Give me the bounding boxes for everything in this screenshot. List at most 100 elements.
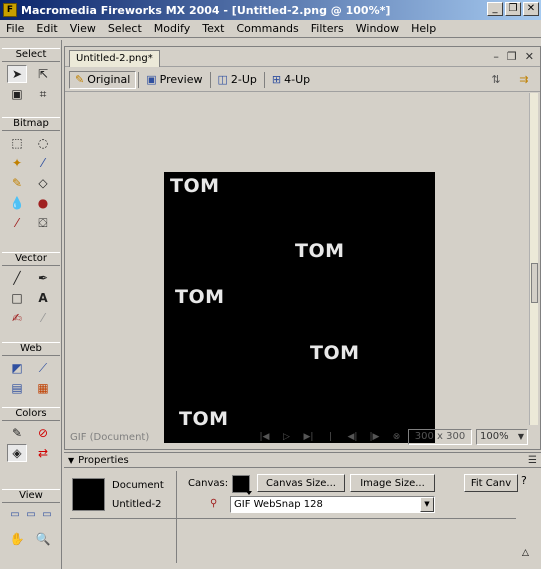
tools-bitmap-section: Bitmap ⬚ ◌ ✦ ⁄ ✎ ◇ 💧 ● ⁄ ⛋ xyxy=(2,117,60,235)
menu-modify[interactable]: Modify xyxy=(148,22,196,35)
menu-commands[interactable]: Commands xyxy=(230,22,304,35)
doc-close-icon[interactable]: ✕ xyxy=(525,50,534,63)
blur-tool-icon[interactable]: 💧 xyxy=(7,194,27,212)
vertical-scrollbar[interactable] xyxy=(529,93,538,425)
restore-button[interactable]: ❐ xyxy=(505,2,521,16)
menu-file[interactable]: File xyxy=(4,22,30,35)
canvas-text-tom[interactable]: TOM xyxy=(170,175,220,197)
scale-tool-icon[interactable]: ▣ xyxy=(7,85,27,103)
menu-view[interactable]: View xyxy=(64,22,102,35)
tools-view-section: View ▭ ▭ ▭ ✋ 🔍 xyxy=(2,489,60,551)
minimize-button[interactable]: _ xyxy=(487,2,503,16)
doc-restore-icon[interactable]: ❐ xyxy=(507,50,517,63)
tools-header-vector: Vector xyxy=(2,252,60,266)
pen-tool-icon[interactable]: ✒ xyxy=(33,269,53,287)
first-frame-icon[interactable]: |◀ xyxy=(259,432,270,442)
menu-window[interactable]: Window xyxy=(350,22,405,35)
title-bar: F Macromedia Fireworks MX 2004 - [Untitl… xyxy=(0,0,541,20)
play-icon[interactable]: ▷ xyxy=(281,432,292,442)
canvas-workspace[interactable]: TOM TOM TOM TOM TOM xyxy=(67,93,529,443)
menu-bar: File Edit View Select Modify Text Comman… xyxy=(0,20,541,38)
rubber-stamp-tool-icon[interactable]: ● xyxy=(33,194,53,212)
properties-title: Properties xyxy=(78,454,129,466)
line-tool-icon[interactable]: ╱ xyxy=(7,269,27,287)
preview-image-icon: ▣ xyxy=(146,73,157,86)
scrollbar-thumb[interactable] xyxy=(531,263,538,303)
freeform-tool-icon[interactable]: ✍ xyxy=(7,309,27,327)
zoom-value: 100% xyxy=(480,431,509,442)
hotspot-tool-icon[interactable]: ◩ xyxy=(7,359,27,377)
view-preview-button[interactable]: ▣ Preview xyxy=(141,71,207,89)
menu-edit[interactable]: Edit xyxy=(30,22,63,35)
crop-tool-icon[interactable]: ⌗ xyxy=(33,85,53,103)
next-frame-icon[interactable]: |▶ xyxy=(369,432,380,442)
canvas-text-tom[interactable]: TOM xyxy=(295,240,345,262)
canvas-color-swatch[interactable] xyxy=(232,475,252,495)
menu-text[interactable]: Text xyxy=(196,22,230,35)
marquee-tool-icon[interactable]: ⬚ xyxy=(7,134,27,152)
previous-frame-icon[interactable]: ◀| xyxy=(347,432,358,442)
hand-tool-icon[interactable]: ✋ xyxy=(7,530,27,548)
text-tool-icon[interactable]: A xyxy=(33,289,53,307)
expand-panel-icon[interactable]: △ xyxy=(522,548,529,558)
rectangle-tool-icon[interactable]: □ xyxy=(7,289,27,307)
panel-options-menu-icon[interactable]: ☰ xyxy=(528,455,537,466)
help-icon[interactable]: ? xyxy=(521,474,527,487)
full-screen-menus-mode-icon[interactable]: ▭ xyxy=(24,506,38,524)
collapse-triangle-icon[interactable]: ▼ xyxy=(68,456,74,465)
stroke-color-icon[interactable]: ✎ xyxy=(7,424,27,442)
document-thumbnail xyxy=(72,478,105,511)
canvas-text-tom[interactable]: TOM xyxy=(310,342,360,364)
default-colors-icon[interactable]: ◈ xyxy=(7,444,27,462)
brush-tool-icon[interactable]: ⁄ xyxy=(33,154,53,172)
view-separator xyxy=(209,71,211,88)
swap-colors-icon[interactable]: ⇄ xyxy=(33,444,53,462)
full-screen-mode-icon[interactable]: ▭ xyxy=(40,506,54,524)
slice-tool-icon[interactable]: ⟋ xyxy=(33,359,53,377)
view-original-label: Original xyxy=(87,73,131,86)
document-tab[interactable]: Untitled-2.png* xyxy=(69,50,160,67)
fill-color-icon[interactable]: ⊘ xyxy=(33,424,53,442)
menu-select[interactable]: Select xyxy=(102,22,148,35)
eyedropper-tool-icon[interactable]: ⁄ xyxy=(7,214,27,232)
close-button[interactable]: ✕ xyxy=(523,2,539,16)
zoom-dropdown[interactable]: 100% ▼ xyxy=(476,429,528,445)
subselection-tool-icon[interactable]: ⇱ xyxy=(33,65,53,83)
hide-slices-icon[interactable]: ▤ xyxy=(7,379,27,397)
show-slices-icon[interactable]: ▦ xyxy=(33,379,53,397)
lasso-tool-icon[interactable]: ◌ xyxy=(33,134,53,152)
doc-minimize-icon[interactable]: – xyxy=(493,50,499,63)
tools-select-section: Select ➤ ⇱ ▣ ⌗ xyxy=(2,48,60,106)
canvas-size-button[interactable]: Canvas Size... xyxy=(257,474,345,492)
image-canvas[interactable]: TOM TOM TOM TOM TOM xyxy=(164,172,435,443)
exit-bitmap-mode-icon[interactable]: ⊗ xyxy=(391,432,402,442)
view-4up-button[interactable]: ⊞ 4-Up xyxy=(267,71,315,89)
menu-help[interactable]: Help xyxy=(405,22,442,35)
paint-bucket-tool-icon[interactable]: ⛋ xyxy=(33,214,53,232)
canvas-text-tom[interactable]: TOM xyxy=(175,286,225,308)
export-settings-select[interactable]: GIF WebSnap 128 ▼ xyxy=(230,496,435,513)
fit-canvas-button[interactable]: Fit Canv xyxy=(464,474,518,492)
standard-screen-mode-icon[interactable]: ▭ xyxy=(8,506,22,524)
view-original-button[interactable]: ✎ Original xyxy=(69,70,137,89)
export-wizard-icon[interactable]: ⚲ xyxy=(210,498,217,509)
pointer-tool-icon[interactable]: ➤ xyxy=(7,65,27,83)
zoom-tool-icon[interactable]: 🔍 xyxy=(33,530,53,548)
view-2up-button[interactable]: ◫ 2-Up xyxy=(213,71,262,89)
last-frame-icon[interactable]: ▶| xyxy=(303,432,314,442)
frame-divider-icon: | xyxy=(328,432,333,442)
quick-export-icon[interactable]: ⇅ xyxy=(488,71,504,87)
chevron-down-icon: ▼ xyxy=(420,497,434,512)
image-size-button[interactable]: Image Size... xyxy=(350,474,435,492)
document-status-bar: GIF (Document) |◀ ▷ ▶| | ◀| |▶ ⊗ 300 x 3… xyxy=(65,426,540,448)
launch-integration-icon[interactable]: ⇉ xyxy=(516,71,532,87)
tools-header-colors: Colors xyxy=(2,407,60,421)
knife-tool-icon[interactable]: ⁄ xyxy=(33,309,53,327)
tools-header-web: Web xyxy=(2,342,60,356)
magic-wand-tool-icon[interactable]: ✦ xyxy=(7,154,27,172)
pencil-tool-icon[interactable]: ✎ xyxy=(7,174,27,192)
eraser-tool-icon[interactable]: ◇ xyxy=(33,174,53,192)
menu-filters[interactable]: Filters xyxy=(305,22,350,35)
canvas-dimensions: 300 x 300 xyxy=(408,429,472,445)
properties-header[interactable]: ▼ Properties ☰ xyxy=(64,453,541,468)
